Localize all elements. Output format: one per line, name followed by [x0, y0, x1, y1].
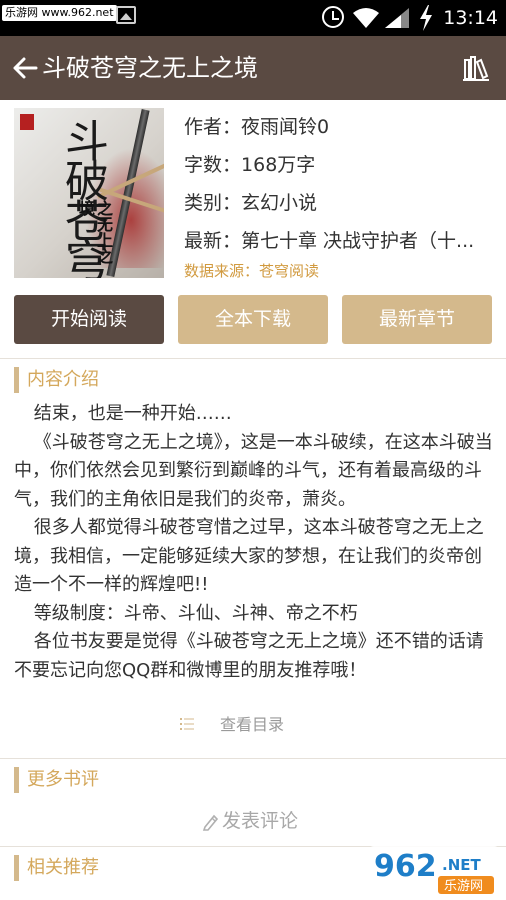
latest-label: 最新： [184, 230, 242, 252]
download-full-button[interactable]: 全本下载 [178, 295, 328, 344]
site-logo: 962 .NET 乐游网 [368, 846, 500, 898]
intro-paragraph: 很多人都觉得斗破苍穹惜之过早，这本斗破苍穹之无上之境，我相信，一定能够延续大家的… [14, 517, 484, 595]
author-row: 作者：夜雨闻铃0 [184, 112, 329, 139]
word-count-value: 168万字 [241, 154, 316, 176]
bookshelf-icon[interactable] [462, 54, 490, 82]
intro-heading: 内容介绍 [14, 367, 99, 393]
logo-number: 962 [374, 849, 437, 884]
author-value: 夜雨闻铃0 [241, 116, 330, 138]
word-count-label: 字数： [184, 154, 242, 176]
category-label: 类别： [184, 192, 242, 214]
intro-paragraph: 结束，也是一种开始…… [33, 403, 232, 424]
start-reading-button[interactable]: 开始阅读 [14, 295, 164, 344]
cover-subtitle: 之无上之境 [76, 200, 113, 264]
logo-domain: .NET [442, 856, 481, 874]
category-row: 类别：玄幻小说 [184, 188, 317, 215]
list-icon [180, 718, 194, 730]
battery-charging-icon [420, 5, 432, 31]
source-value: 苍穹阅读 [259, 262, 320, 280]
wifi-icon [353, 8, 379, 28]
divider [0, 758, 506, 759]
category-value: 玄幻小说 [241, 192, 318, 214]
publisher-stamp [20, 114, 34, 130]
post-comment-label: 发表评论 [222, 810, 299, 832]
pencil-icon [202, 814, 219, 831]
intro-paragraph: 等级制度：斗帝、斗仙、斗神、帝之不朽 [33, 602, 358, 624]
intro-paragraph: 《斗破苍穹之无上之境》，这是一本斗破续，在这本斗破当中，你们依然会见到繁衍到巅峰… [14, 431, 493, 510]
latest-value: 第七十章 决战守护者（十... [241, 230, 475, 252]
intro-text: 结束，也是一种开始…… 《斗破苍穹之无上之境》，这是一本斗破续，在这本斗破当中，… [14, 400, 494, 685]
book-cover[interactable]: 斗破苍穹 之无上之境 [14, 108, 164, 278]
post-comment-button[interactable]: 发表评论 [0, 806, 506, 836]
book-info: 斗破苍穹 之无上之境 作者：夜雨闻铃0 字数：168万字 类别：玄幻小说 最新：… [0, 100, 506, 290]
signal-icon [385, 8, 409, 28]
author-label: 作者： [184, 116, 242, 138]
intro-paragraph: 各位书友要是觉得《斗破苍穹之无上之境》还不错的话请不要忘记向您QQ群和微博里的朋… [14, 631, 484, 681]
word-count-row: 字数：168万字 [184, 150, 315, 177]
recommend-heading: 相关推荐 [14, 855, 99, 881]
view-toc-label: 查看目录 [220, 715, 285, 734]
divider [0, 358, 506, 359]
image-notification-icon [116, 6, 136, 24]
clock: 13:14 [443, 7, 498, 29]
data-source: 数据来源：苍穹阅读 [184, 260, 319, 281]
reviews-heading: 更多书评 [14, 767, 99, 793]
source-label: 数据来源： [184, 262, 260, 280]
status-bar: 乐游网 www.962.net 13:14 [0, 0, 506, 36]
view-toc-button[interactable]: 查看目录 [0, 710, 506, 740]
latest-chapter-button[interactable]: 最新章节 [342, 295, 492, 344]
app-bar: 斗破苍穹之无上之境 [0, 36, 506, 100]
back-arrow-icon[interactable] [12, 55, 38, 81]
page-title: 斗破苍穹之无上之境 [42, 54, 258, 82]
latest-chapter-row[interactable]: 最新：第七十章 决战守护者（十... [184, 226, 500, 253]
watermark-label: 乐游网 www.962.net [2, 5, 117, 21]
alarm-icon [322, 6, 344, 28]
logo-cn: 乐游网 [444, 879, 483, 894]
